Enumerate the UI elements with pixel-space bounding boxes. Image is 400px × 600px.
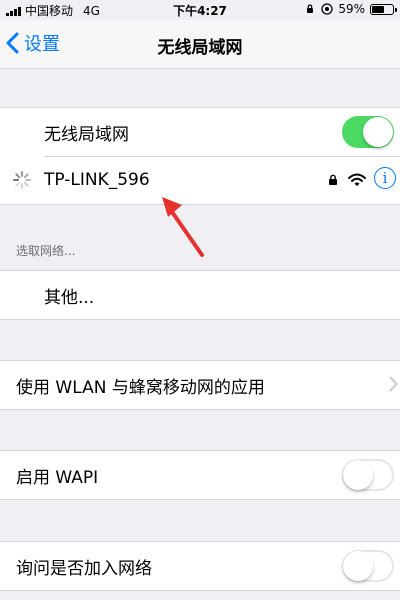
wifi-toggle-switch[interactable] <box>342 116 394 148</box>
wifi-group: 无线局域网 TP-LINK_596 i <box>0 107 400 205</box>
ask-join-label: 询问是否加入网络 <box>16 558 152 579</box>
battery-percent: 59% <box>338 2 365 16</box>
rotation-lock-icon <box>307 4 314 13</box>
red-arrow-annotation <box>162 197 204 257</box>
wlan-apps-group: 使用 WLAN 与蜂窝移动网的应用 <box>0 360 400 410</box>
chevron-right-icon <box>389 376 398 392</box>
other-network-label: 其他... <box>44 287 95 308</box>
wapi-row: 启用 WAPI <box>0 451 400 499</box>
wifi-icon <box>348 173 366 186</box>
lock-icon <box>329 174 337 185</box>
info-icon[interactable]: i <box>374 167 396 189</box>
status-bar: 中国移动 4G 下午4:27 59% <box>0 0 400 20</box>
other-network-row[interactable]: 其他... <box>0 271 400 319</box>
toggle-knob <box>343 551 373 581</box>
navigation-bar: 设置 无线局域网 <box>0 20 400 69</box>
ask-join-row: 询问是否加入网络 <box>0 542 400 590</box>
choose-network-header: 选取网络... <box>16 244 76 258</box>
wapi-toggle-switch[interactable] <box>342 459 394 491</box>
status-bar-right: 59% <box>304 2 397 16</box>
battery-icon <box>370 3 397 15</box>
wapi-group: 启用 WAPI <box>0 450 400 500</box>
toggle-knob <box>363 117 393 147</box>
connected-network-name: TP-LINK_596 <box>44 170 150 190</box>
page-title: 无线局域网 <box>157 38 243 58</box>
wlan-apps-label: 使用 WLAN 与蜂窝移动网的应用 <box>16 377 265 398</box>
battery-level-fill <box>372 5 384 13</box>
spinner-icon <box>13 171 31 189</box>
wifi-toggle-row: 无线局域网 <box>0 108 400 156</box>
location-icon <box>321 3 333 15</box>
toggle-knob <box>343 460 373 490</box>
wlan-apps-row[interactable]: 使用 WLAN 与蜂窝移动网的应用 <box>0 361 400 409</box>
wifi-toggle-label: 无线局域网 <box>44 124 129 145</box>
wapi-label: 启用 WAPI <box>16 467 99 488</box>
choose-network-group: 其他... <box>0 270 400 320</box>
ask-join-group: 询问是否加入网络 <box>0 541 400 591</box>
ask-join-toggle-switch[interactable] <box>342 550 394 582</box>
